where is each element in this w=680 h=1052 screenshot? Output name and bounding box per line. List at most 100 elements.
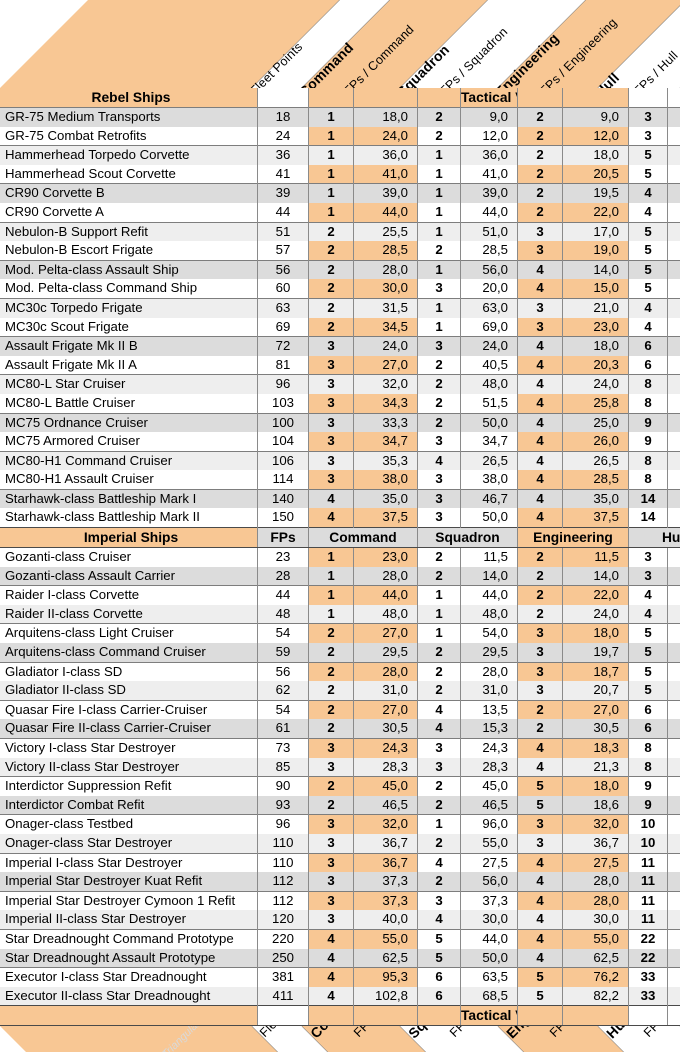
cell: 102,8	[353, 986, 418, 1006]
cell: 30,0	[562, 910, 629, 930]
cell: MC30c Torpedo Frigate	[0, 297, 258, 318]
cell: 100	[257, 412, 309, 433]
cell: 36,0	[460, 145, 518, 165]
cell: 3	[517, 221, 563, 242]
cell: 51,5	[460, 393, 518, 413]
cell: 8	[628, 470, 668, 490]
cell: 50,0	[460, 508, 518, 528]
table-row: MC80-L Battle Cruiser 103 3 34,3 2 51,5 4 25,8 8…	[0, 393, 680, 413]
tvf-c	[417, 1005, 461, 1027]
cell: 104	[257, 432, 309, 452]
cell: 6	[417, 967, 461, 987]
cell: 3	[308, 852, 354, 873]
cell: 1	[417, 814, 461, 834]
cell: 11,4	[667, 948, 680, 968]
cell: 95,3	[353, 967, 418, 987]
table-row: Victory II-class Star Destroyer 85 3 28,3 3 2…	[0, 757, 680, 777]
cell: 4	[308, 488, 354, 509]
cell: 2	[417, 661, 461, 682]
cell: 2	[517, 202, 563, 223]
cell: Mod. Pelta-class Command Ship	[0, 279, 258, 299]
cell: 4	[517, 259, 563, 280]
table-row: CR90 Corvette B39139,0139,0219,549,8	[0, 183, 680, 203]
cell: 55,0	[353, 928, 418, 949]
cell: 1	[308, 202, 354, 223]
cell: 6	[628, 719, 668, 739]
cell: 39,0	[353, 183, 418, 203]
cell: 14,3	[667, 470, 680, 490]
cell: 41,0	[460, 164, 518, 184]
cell: 9	[628, 412, 668, 433]
table-row: Imperial Star Destroyer Cymoon 1 Refit 11…	[0, 890, 680, 911]
cell: 56	[257, 259, 309, 280]
cell: 19,0	[562, 241, 629, 261]
footer-spacer	[0, 1005, 258, 1027]
cell: 15,3	[460, 719, 518, 739]
cell: 40,0	[353, 910, 418, 930]
cell: 37,3	[460, 890, 518, 911]
cell: 22,0	[562, 202, 629, 223]
section-title: Rebel Ships	[0, 88, 258, 108]
cell: 31,5	[353, 297, 418, 318]
cell: 3	[308, 412, 354, 433]
cell: 1	[308, 547, 354, 567]
cell: 17,3	[667, 317, 680, 337]
cell: 11,6	[667, 432, 680, 452]
cell: 56	[257, 661, 309, 682]
cell: 1	[417, 259, 461, 280]
cell: 20,7	[562, 681, 629, 701]
cell: 55,0	[460, 833, 518, 854]
cell: 27,5	[460, 852, 518, 873]
cell: GR-75 Medium Transports	[0, 106, 258, 127]
table-row: Raider II-class Corvette 48 1 48,0 1 48,0 2 24,…	[0, 604, 680, 624]
cell: 2	[417, 833, 461, 854]
cell: 4	[517, 432, 563, 452]
cell: 3	[417, 488, 461, 509]
cell: 5	[417, 928, 461, 949]
cell: 46,5	[460, 795, 518, 815]
cell: 1	[417, 585, 461, 605]
cell: 2	[417, 643, 461, 663]
table-row: Nebulon-B Support Refit 51 2 25,5 1 51,0 3 17,0…	[0, 221, 680, 242]
cell: 24,0	[353, 336, 418, 356]
tvf-a	[308, 1005, 354, 1027]
cell: 3	[308, 890, 354, 911]
cell: 51,0	[460, 221, 518, 242]
cell: 5	[417, 948, 461, 968]
cell: Hammerhead Scout Corvette	[0, 164, 258, 184]
cell: Hammerhead Torpedo Corvette	[0, 145, 258, 165]
cell: 2	[308, 661, 354, 682]
group-header-squadron: Squadron	[417, 527, 518, 549]
cell: 3	[628, 566, 668, 586]
cell: 6	[628, 336, 668, 356]
cell: 30,5	[353, 719, 418, 739]
group-header-fps: FPs	[257, 527, 309, 549]
cell: 59	[257, 643, 309, 663]
table-row: Interdictor Suppression Refit 90 2 45,0 2 45,…	[0, 776, 680, 796]
cell: 110	[257, 852, 309, 873]
cell: 1	[417, 623, 461, 644]
cell: MC30c Scout Frigate	[0, 317, 258, 337]
cell: 18,7	[562, 661, 629, 682]
cell: 2	[517, 699, 563, 720]
table-row: Imperial Star Destroyer Kuat Refit 112 3 37…	[0, 872, 680, 892]
cell: 27,5	[562, 852, 629, 873]
cell: 12,0	[667, 374, 680, 394]
cell: 9,8	[667, 183, 680, 203]
cell: 19,5	[562, 183, 629, 203]
cell: MC80-L Star Cruiser	[0, 374, 258, 394]
cell: 8	[628, 757, 668, 777]
cell: 63,5	[460, 967, 518, 987]
cell: 2	[417, 241, 461, 261]
cell: 140	[257, 488, 309, 509]
cell: 11,0	[667, 833, 680, 854]
cell: 4	[308, 948, 354, 968]
cell: 14,0	[460, 566, 518, 586]
cell: 36,7	[562, 833, 629, 854]
cell: 32,0	[562, 814, 629, 834]
cell: 1	[417, 221, 461, 242]
cell: Imperial Star Destroyer Kuat Refit	[0, 872, 258, 892]
cell: 10,7	[667, 508, 680, 528]
cell: 13,5	[667, 355, 680, 375]
cell: 68,5	[460, 986, 518, 1006]
